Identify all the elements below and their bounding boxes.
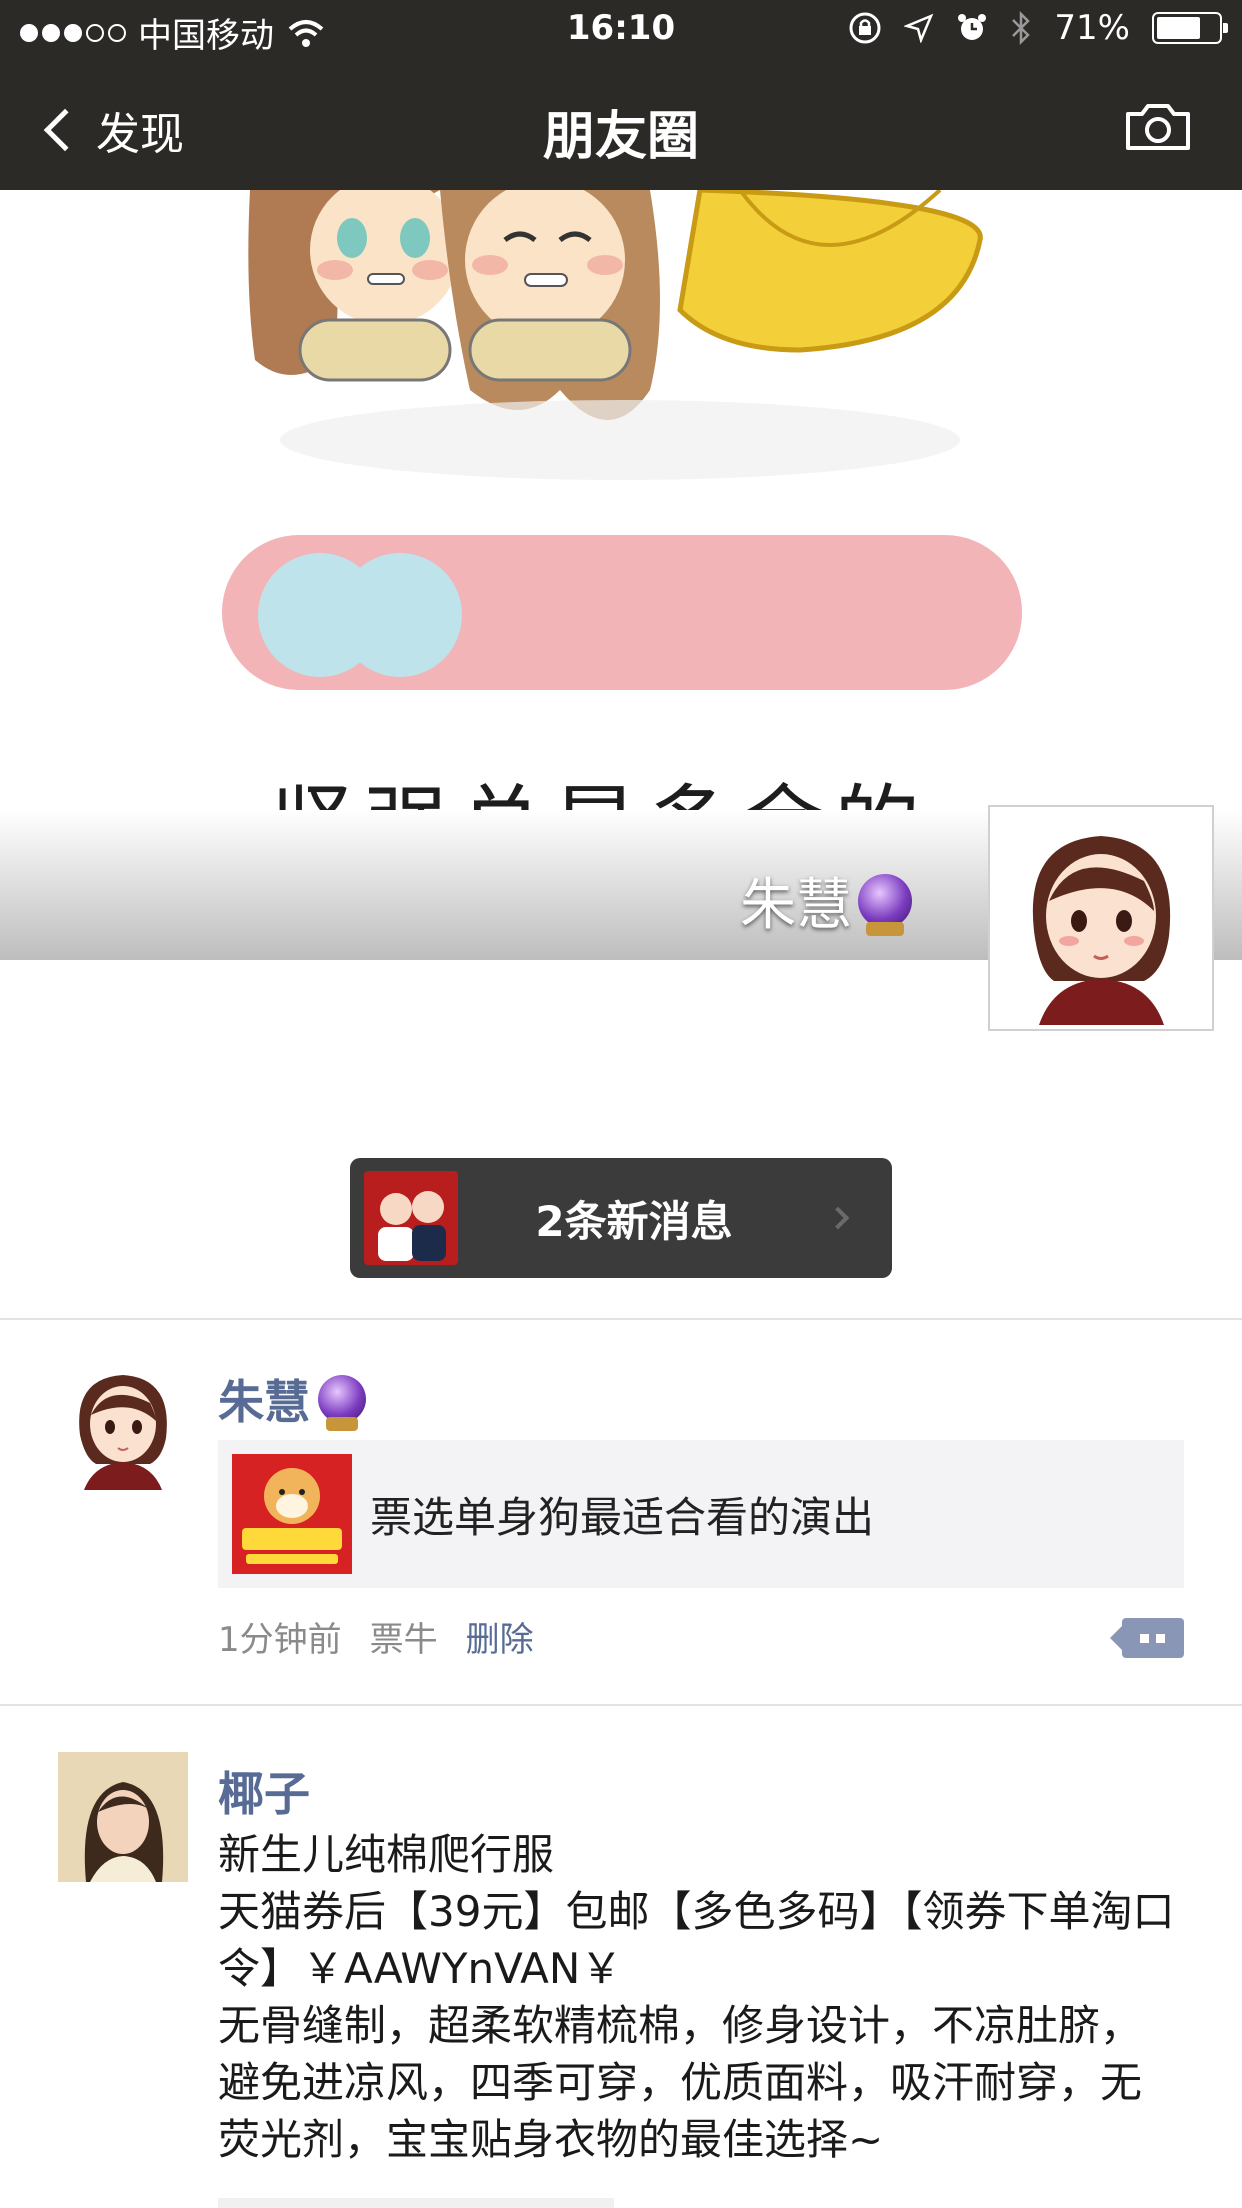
status-bar: 中国移动 16:10 71% <box>0 0 1242 62</box>
cover-illustration <box>222 190 1022 690</box>
status-right: 71% <box>848 8 1228 48</box>
battery-icon <box>1152 12 1228 44</box>
crystal-ball-icon <box>318 1375 366 1431</box>
post-time: 1分钟前 <box>218 1620 342 1660</box>
post-meta: 1分钟前 票牛 删除 <box>218 1612 534 1661</box>
battery-fill <box>1157 17 1200 39</box>
post-body-line: 新生儿纯棉爬行服 <box>218 1830 555 1879</box>
crystal-ball-icon <box>858 873 912 936</box>
post-source[interactable]: 票牛 <box>370 1612 438 1661</box>
nav-bar: 发现 朋友圈 <box>0 62 1242 190</box>
feed-divider <box>0 1704 1242 1706</box>
camera-icon[interactable] <box>1124 102 1192 152</box>
feed-post: 朱慧 票选单身狗最适合看的演出 1分钟前 票牛 删除 <box>0 1360 1242 1700</box>
battery-percent: 71% <box>1054 8 1130 48</box>
profile-avatar[interactable] <box>988 805 1214 1031</box>
post-body-text: 新生儿纯棉爬行服 天猫券后【39元】包邮【多色多码】【领券下单淘口令】￥AAWY… <box>218 1826 1178 2168</box>
profile-avatar-image <box>994 811 1208 1025</box>
feed-divider <box>0 1318 1242 1320</box>
new-message-thumbnail <box>364 1171 458 1265</box>
top-bar: 中国移动 16:10 71% 发现 朋友圈 <box>0 0 1242 190</box>
post-author-name[interactable]: 椰子 <box>218 1758 310 1824</box>
alarm-icon <box>958 14 987 40</box>
location-icon <box>904 13 934 43</box>
chevron-right-icon <box>826 1206 850 1230</box>
new-messages-button[interactable]: 2条新消息 <box>350 1158 892 1278</box>
feed-post: 椰子 新生儿纯棉爬行服 天猫券后【39元】包邮【多色多码】【领券下单淘口令】￥A… <box>0 1752 1242 2208</box>
rotation-lock-icon <box>849 12 881 44</box>
new-messages-label: 2条新消息 <box>535 1196 733 1246</box>
post-author-name-text: 朱慧 <box>218 1375 310 1429</box>
comment-action-icon[interactable] <box>1110 1618 1184 1658</box>
cover-user-name: 朱慧 <box>740 860 912 941</box>
post-author-avatar[interactable] <box>58 1752 188 1882</box>
post-author-avatar[interactable] <box>58 1360 188 1490</box>
shared-link-thumbnail <box>232 1454 352 1574</box>
delete-link[interactable]: 删除 <box>466 1612 534 1661</box>
cover-user-name-text: 朱慧 <box>740 873 852 938</box>
post-body-line: 天猫券后【39元】包邮【多色多码】【领券下单淘口令】￥AAWYnVAN￥ <box>218 1887 1175 1993</box>
post-image-preview[interactable] <box>218 2198 614 2208</box>
bluetooth-icon <box>1012 11 1031 45</box>
post-author-name[interactable]: 朱慧 <box>218 1366 366 1432</box>
shared-link-title: 票选单身狗最适合看的演出 <box>370 1492 875 1542</box>
page-title: 朋友圈 <box>542 107 699 167</box>
post-author-name-text: 椰子 <box>218 1767 310 1821</box>
shared-link-card[interactable]: 票选单身狗最适合看的演出 <box>218 1440 1184 1588</box>
post-body-line: 无骨缝制，超柔软精梳棉，修身设计，不凉肚脐，避免进凉风，四季可穿，优质面料，吸汗… <box>218 2001 1143 2164</box>
